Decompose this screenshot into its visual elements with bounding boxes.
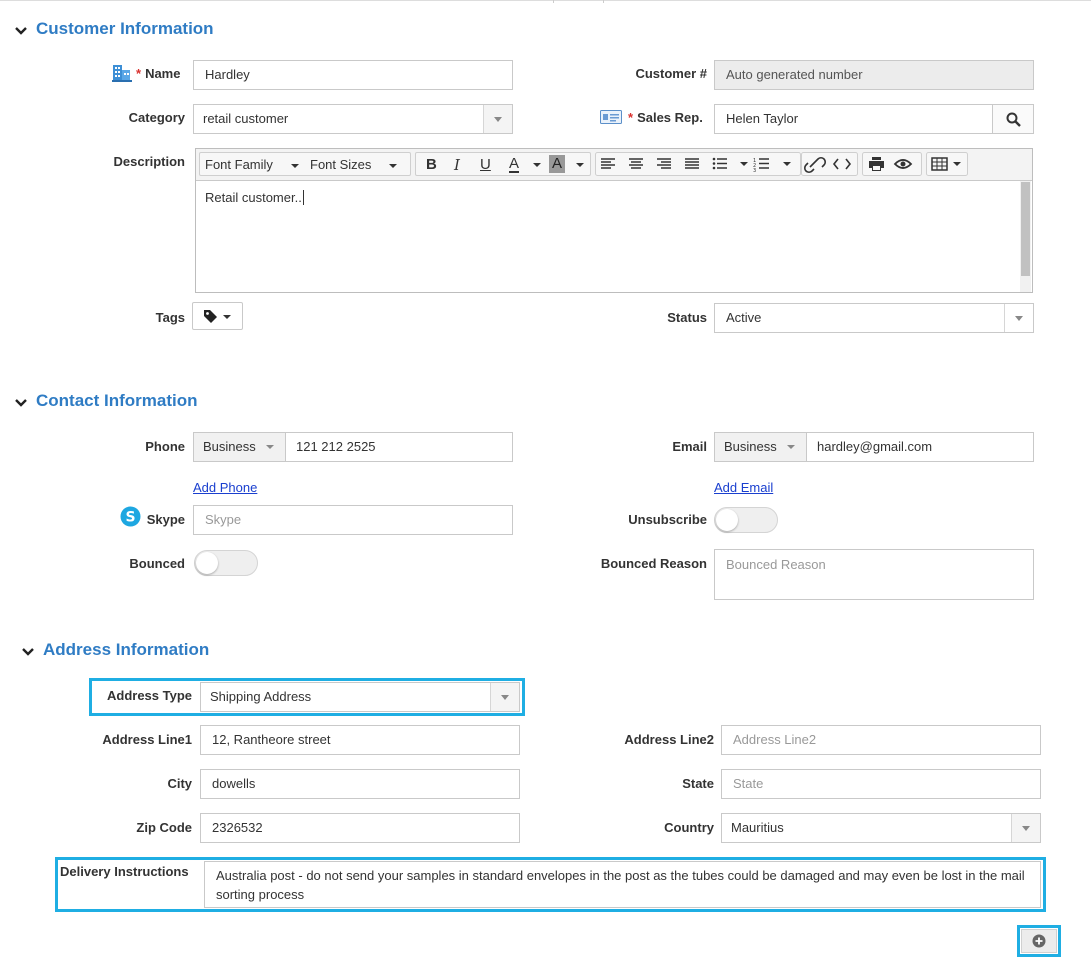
paragraph-group: 1 2 3 [595, 152, 801, 176]
phone-type-select[interactable]: Business [194, 433, 286, 461]
address-type-select[interactable]: Shipping Address [200, 682, 520, 712]
zip-code-label: Zip Code [136, 820, 192, 835]
text-color-icon[interactable]: A [509, 156, 520, 173]
city-input[interactable]: dowells [200, 769, 520, 799]
status-label: Status [667, 310, 707, 325]
address-type-label: Address Type [106, 688, 192, 703]
state-input[interactable]: State [721, 769, 1041, 799]
chevron-down-icon [1004, 304, 1033, 332]
add-address-button[interactable] [1021, 929, 1057, 953]
country-label: Country [664, 820, 714, 835]
description-content[interactable]: Retail customer.. [205, 190, 304, 205]
section-title-customer: Customer Information [36, 19, 214, 38]
email-type-select[interactable]: Business [715, 433, 807, 461]
section-title-address: Address Information [43, 640, 210, 659]
country-select[interactable]: Mauritius [721, 813, 1041, 843]
address-line2-label: Address Line2 [624, 732, 714, 747]
chevron-down-icon [787, 445, 795, 449]
city-label: City [167, 776, 192, 791]
id-card-icon [600, 110, 622, 124]
email-group: Business hardley@gmail.com [714, 432, 1034, 462]
bounced-toggle[interactable] [194, 550, 258, 576]
underline-icon[interactable]: U [480, 156, 491, 173]
sales-rep-search-button[interactable] [992, 104, 1034, 134]
bounced-reason-input[interactable]: Bounced Reason [714, 549, 1034, 600]
tags-button[interactable] [192, 302, 243, 330]
sales-rep-input[interactable]: Helen Taylor [714, 104, 994, 134]
address-type-value: Shipping Address [210, 689, 312, 704]
chevron-down-icon [483, 105, 512, 133]
italic-icon[interactable]: I [454, 156, 460, 174]
sales-rep-label: * Sales Rep. [628, 110, 703, 125]
phone-group: Business 121 212 2525 [193, 432, 513, 462]
font-sizes-dropdown[interactable]: Font Sizes [310, 157, 398, 172]
chevron-down-icon [1011, 814, 1040, 842]
chevron-down-icon[interactable] [14, 24, 28, 38]
bounced-label: Bounced [129, 556, 185, 571]
search-icon [1006, 112, 1021, 127]
delivery-instructions-input[interactable]: Australia post - do not send your sample… [204, 861, 1041, 908]
category-label: Category [128, 110, 185, 125]
address-line1-label: Address Line1 [102, 732, 192, 747]
unsubscribe-toggle[interactable] [714, 507, 778, 533]
top-divider [0, 0, 1091, 1]
unsubscribe-label: Unsubscribe [628, 512, 707, 527]
category-value: retail customer [203, 111, 289, 126]
skype-input[interactable]: Skype [193, 505, 513, 535]
description-editor: Font Family Font Sizes B I U A A 1 2 3 R… [195, 148, 1033, 293]
svg-text:S: S [125, 510, 135, 526]
email-input[interactable]: hardley@gmail.com [817, 433, 932, 461]
background-color-icon[interactable]: A [549, 155, 566, 173]
address-line1-input[interactable]: 12, Rantheore street [200, 725, 520, 755]
editor-toolbar: Font Family Font Sizes B I U A A 1 2 3 [196, 149, 1032, 181]
customer-number-field: Auto generated number [714, 60, 1034, 90]
view-group [862, 152, 922, 176]
phone-label: Phone [145, 439, 185, 454]
state-label: State [682, 776, 714, 791]
phone-input[interactable]: 121 212 2525 [296, 433, 376, 461]
editor-scrollbar[interactable] [1020, 181, 1031, 292]
tags-label: Tags [155, 310, 185, 325]
top-tick [603, 0, 604, 3]
add-email-link[interactable]: Add Email [714, 480, 773, 495]
status-select[interactable]: Active [714, 303, 1034, 333]
delivery-instructions-label: Delivery Instructions [60, 864, 189, 879]
skype-label: Skype [146, 512, 185, 527]
insert-group [801, 152, 858, 176]
category-select[interactable]: retail customer [193, 104, 513, 134]
chevron-down-icon[interactable] [21, 645, 35, 659]
name-label: * Name [136, 66, 181, 81]
description-label: Description [113, 154, 185, 169]
svg-text:3: 3 [753, 168, 756, 174]
customer-number-label: Customer # [635, 66, 707, 81]
plus-circle-icon [1032, 934, 1046, 948]
format-group: B I U A A [415, 152, 591, 176]
add-phone-link[interactable]: Add Phone [193, 480, 257, 495]
font-group: Font Family Font Sizes [199, 152, 411, 176]
top-tick [553, 0, 554, 3]
chevron-down-icon [490, 683, 519, 711]
building-icon [112, 65, 132, 82]
country-value: Mauritius [731, 820, 784, 835]
font-family-dropdown[interactable]: Font Family [205, 157, 299, 172]
section-title-contact: Contact Information [36, 391, 198, 410]
status-value: Active [726, 310, 762, 325]
chevron-down-icon[interactable] [576, 163, 584, 167]
chevron-down-icon [266, 445, 274, 449]
zip-code-input[interactable]: 2326532 [200, 813, 520, 843]
bounced-reason-label: Bounced Reason [600, 556, 707, 571]
name-input[interactable]: Hardley [193, 60, 513, 90]
email-label: Email [672, 439, 707, 454]
chevron-down-icon[interactable] [14, 396, 28, 410]
chevron-down-icon[interactable] [533, 163, 541, 167]
tag-icon [204, 310, 217, 323]
bold-icon[interactable]: B [426, 156, 437, 173]
address-line2-input[interactable]: Address Line2 [721, 725, 1041, 755]
table-group [926, 152, 968, 176]
skype-icon: S [120, 506, 141, 527]
